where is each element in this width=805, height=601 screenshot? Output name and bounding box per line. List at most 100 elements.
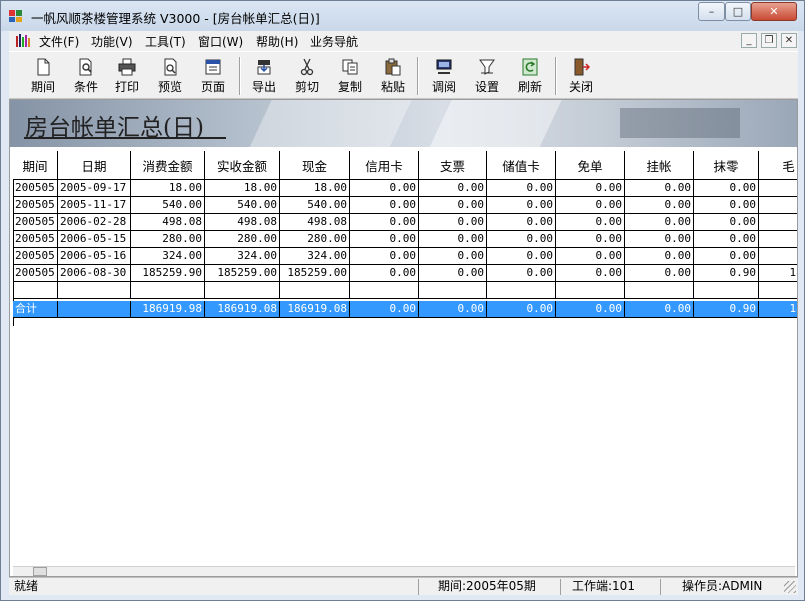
preview-button[interactable]: 预览 xyxy=(149,54,191,98)
table-cell[interactable]: 0.00 xyxy=(556,265,625,282)
table-cell[interactable]: 498.08 xyxy=(280,214,350,231)
table-cell[interactable]: 0.00 xyxy=(419,231,487,248)
table-cell[interactable]: 0.00 xyxy=(625,214,694,231)
column-header[interactable]: 储值卡 xyxy=(487,151,556,180)
total-cell[interactable] xyxy=(58,301,131,318)
column-header[interactable]: 消费金额 xyxy=(131,151,205,180)
total-cell[interactable]: 0.00 xyxy=(419,301,487,318)
total-cell[interactable]: 186919.08 xyxy=(205,301,280,318)
table-cell[interactable]: 540.00 xyxy=(280,197,350,214)
settings-button[interactable]: 设置 xyxy=(466,54,508,98)
menu-help[interactable]: 帮助(H) xyxy=(256,33,298,50)
table-cell[interactable]: 0.00 xyxy=(487,248,556,265)
table-cell[interactable]: 0.00 xyxy=(487,214,556,231)
table-cell[interactable]: 200505 xyxy=(13,265,58,282)
table-cell[interactable]: 200505 xyxy=(13,231,58,248)
table-cell[interactable]: 0.00 xyxy=(556,231,625,248)
table-cell[interactable]: 2006-02-28 xyxy=(58,214,131,231)
mdi-close-button[interactable]: ✕ xyxy=(781,33,797,48)
table-cell[interactable]: 185259.00 xyxy=(280,265,350,282)
scrollbar-thumb[interactable] xyxy=(33,567,47,576)
table-cell[interactable]: 0.00 xyxy=(419,180,487,197)
table-cell[interactable]: 0.00 xyxy=(556,197,625,214)
table-cell[interactable]: 0.00 xyxy=(625,197,694,214)
table-cell[interactable]: 280.00 xyxy=(205,231,280,248)
table-cell[interactable] xyxy=(487,282,556,299)
close-button[interactable]: ✕ xyxy=(751,2,797,21)
table-cell[interactable]: 4 xyxy=(759,214,797,231)
total-cell[interactable]: 186919.98 xyxy=(131,301,205,318)
table-cell[interactable]: 185259.90 xyxy=(131,265,205,282)
report-grid[interactable]: 期间 日期 消费金额 实收金额 现金 信用卡 支票 储值卡 免单 挂帐 抹零毛 200505 2005… xyxy=(13,151,797,568)
menu-file[interactable]: 文件(F) xyxy=(39,33,79,50)
table-cell[interactable]: 2006-05-15 xyxy=(58,231,131,248)
table-cell[interactable]: 0.00 xyxy=(487,265,556,282)
column-header[interactable]: 免单 xyxy=(556,151,625,180)
table-cell[interactable]: 0.00 xyxy=(625,231,694,248)
column-header[interactable]: 支票 xyxy=(419,151,487,180)
table-cell[interactable]: 0.00 xyxy=(487,180,556,197)
table-cell[interactable]: 0.00 xyxy=(694,231,759,248)
table-cell[interactable]: 0.00 xyxy=(350,214,419,231)
table-cell[interactable]: 0.00 xyxy=(556,214,625,231)
table-cell[interactable]: 200505 xyxy=(13,214,58,231)
browse-button[interactable]: 调阅 xyxy=(423,54,465,98)
table-cell[interactable]: 324.00 xyxy=(280,248,350,265)
table-cell[interactable]: 324.00 xyxy=(205,248,280,265)
table-cell[interactable]: 2 xyxy=(759,231,797,248)
export-button[interactable]: 导出 xyxy=(243,54,285,98)
table-cell[interactable] xyxy=(419,282,487,299)
table-cell[interactable]: 2006-05-16 xyxy=(58,248,131,265)
table-cell[interactable] xyxy=(694,282,759,299)
table-cell[interactable]: 0.00 xyxy=(350,231,419,248)
table-cell[interactable]: 200505 xyxy=(13,180,58,197)
table-cell[interactable] xyxy=(350,282,419,299)
table-cell[interactable]: 0.00 xyxy=(419,197,487,214)
table-cell[interactable]: 0.00 xyxy=(625,180,694,197)
total-cell[interactable]: 0.00 xyxy=(556,301,625,318)
column-header[interactable]: 期间 xyxy=(13,151,58,180)
table-cell[interactable]: 0.00 xyxy=(487,197,556,214)
table-cell[interactable]: 498.08 xyxy=(131,214,205,231)
page-setup-button[interactable]: 页面 xyxy=(192,54,234,98)
title-bar[interactable]: 一帆风顺茶楼管理系统 V3000 - [房台帐单汇总(日)] – □ ✕ xyxy=(1,1,804,31)
table-cell[interactable] xyxy=(205,282,280,299)
total-cell[interactable]: 0.00 xyxy=(487,301,556,318)
table-cell[interactable]: 0.00 xyxy=(625,248,694,265)
paste-button[interactable]: 粘贴 xyxy=(372,54,414,98)
table-cell[interactable] xyxy=(280,282,350,299)
table-cell[interactable]: 324.00 xyxy=(131,248,205,265)
table-cell[interactable] xyxy=(759,282,797,299)
total-cell[interactable]: 0.90 xyxy=(694,301,759,318)
copy-button[interactable]: 复制 xyxy=(329,54,371,98)
table-cell[interactable] xyxy=(556,282,625,299)
table-cell[interactable]: 2006-08-30 xyxy=(58,265,131,282)
total-cell[interactable]: 0.00 xyxy=(625,301,694,318)
minimize-button[interactable]: – xyxy=(698,2,725,21)
table-cell[interactable] xyxy=(13,282,58,299)
table-cell[interactable]: 0.00 xyxy=(625,265,694,282)
table-cell[interactable]: 0.00 xyxy=(556,180,625,197)
total-cell[interactable]: 186919.08 xyxy=(280,301,350,318)
period-button[interactable]: 期间 xyxy=(22,54,64,98)
menu-function[interactable]: 功能(V) xyxy=(91,33,133,50)
condition-button[interactable]: 条件 xyxy=(65,54,107,98)
table-cell[interactable]: 0.90 xyxy=(694,265,759,282)
print-button[interactable]: 打印 xyxy=(106,54,148,98)
table-cell[interactable]: 0.00 xyxy=(556,248,625,265)
table-cell[interactable]: 0.00 xyxy=(350,265,419,282)
mdi-minimize-button[interactable]: _ xyxy=(741,33,757,48)
maximize-button[interactable]: □ xyxy=(725,2,751,21)
mdi-restore-button[interactable]: ❐ xyxy=(761,33,777,48)
table-cell[interactable]: 18.00 xyxy=(205,180,280,197)
menu-window[interactable]: 窗口(W) xyxy=(198,33,243,50)
table-cell[interactable] xyxy=(131,282,205,299)
column-header[interactable]: 信用卡 xyxy=(350,151,419,180)
total-cell[interactable]: 1869 xyxy=(759,301,797,318)
table-cell[interactable]: 2005-11-17 xyxy=(58,197,131,214)
table-cell[interactable]: 0.00 xyxy=(419,214,487,231)
table-cell[interactable]: 0.00 xyxy=(487,231,556,248)
total-cell[interactable]: 0.00 xyxy=(350,301,419,318)
column-header[interactable]: 日期 xyxy=(58,151,131,180)
table-cell[interactable]: 0.00 xyxy=(694,197,759,214)
